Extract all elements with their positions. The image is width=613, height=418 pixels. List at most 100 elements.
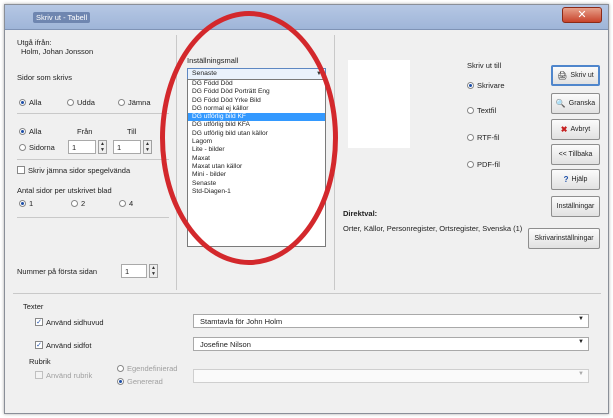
heading-input[interactable]: ▼ [193,369,589,383]
radio-icon [71,199,78,207]
template-option[interactable]: DG normal ej källor [188,105,325,113]
settings-button[interactable]: Inställningar [551,196,600,217]
magnifier-icon: 🔍 [555,99,566,108]
radio-on-icon [19,127,26,135]
column-divider [334,35,335,290]
template-option[interactable]: DG utförlig bild utan källor [188,130,325,138]
footer-option[interactable]: ✓ Använd sidfot [35,341,91,350]
radio-label: Egendefinierad [127,364,178,373]
radio-icon [117,364,124,372]
template-option[interactable]: DG utförlig bild KFA [188,121,325,129]
template-option[interactable]: Lagom [188,138,325,146]
radio-icon [467,133,474,141]
checkbox-icon [35,371,43,380]
radio-icon [467,160,474,168]
radio-odd-pages[interactable]: Udda [67,98,95,107]
radio-label: Sidorna [29,143,55,152]
first-page-value: 1 [125,267,130,276]
texts-label: Texter [23,302,44,311]
help-button[interactable]: ? Hjälp [551,169,600,190]
radio-label: Genererad [127,377,163,386]
template-option[interactable]: DG utförlig bild KF [188,113,325,122]
template-option[interactable]: DG Född Död Yrke Bild [188,97,325,105]
mirror-option[interactable]: Skriv jämna sidor spegelvända [17,166,130,175]
radio-output-rtf[interactable]: RTF-fil [467,133,499,142]
radio-on-icon [19,199,26,207]
back-button[interactable]: << Tillbaka [551,144,600,165]
template-option[interactable]: Mini - bilder [188,171,325,179]
from-input[interactable]: 1 [68,140,96,154]
to-label: Till [127,127,137,136]
template-selected: Senaste [192,70,217,77]
radio-label: 4 [129,199,134,208]
cancel-button[interactable]: ✖ Avbryt [551,119,600,140]
heading-check-label: Använd rubrik [46,371,93,380]
radio-all-pages[interactable]: Alla [19,98,42,107]
close-icon: ✕ [577,9,587,21]
template-option[interactable]: Maxat utan källor [188,163,325,171]
heading-option[interactable]: Använd rubrik [35,371,92,380]
radio-icon [119,199,126,207]
radio-label: RTF-fil [477,133,500,142]
radio-per-sheet-2[interactable]: 2 [71,199,85,208]
footer-check-label: Använd sidfot [46,341,92,350]
radio-per-sheet-1[interactable]: 1 [19,199,33,208]
header-input[interactable]: Stamtavla för John Holm ▼ [193,314,589,328]
template-dropdown-list[interactable]: DG Född Död DG Född Död Porträtt Eng DG Fö… [187,79,326,247]
first-page-input[interactable]: 1 [121,264,147,278]
back-label: << Tillbaka [558,151,593,158]
radio-label: Alla [29,98,42,107]
template-option[interactable]: Lite - bilder [188,146,325,154]
to-spinner[interactable]: ▲ ▼ [143,140,152,154]
printer-settings-button[interactable]: Skrivarinställningar [528,228,600,249]
radio-heading-generated[interactable]: Genererad [117,377,163,386]
template-option[interactable]: Maxat [188,155,325,163]
checkmark-icon: ✓ [35,341,43,350]
window-title: Skriv ut - Tabell [33,12,91,23]
template-option[interactable]: DG Född Död Porträtt Eng [188,88,325,96]
chevron-down-icon: ▼ [316,71,322,77]
to-input[interactable]: 1 [113,140,141,154]
from-spinner[interactable]: ▲ ▼ [98,140,107,154]
radio-output-text[interactable]: Textfil [467,106,496,115]
radio-heading-own[interactable]: Egendefinierad [117,364,177,373]
preview-button[interactable]: 🔍 Granska [551,93,600,114]
print-button[interactable]: 🖨 Skriv ut [551,65,600,86]
print-dialog: Skriv ut - Tabell ✕ Utgå ifrån: Holm, Jo… [4,4,609,414]
template-option[interactable]: Senaste [188,180,325,188]
checkbox-icon [17,166,25,175]
radio-on-icon [117,377,124,385]
source-value: Holm, Johan Jonsson [21,47,94,56]
x-icon: ✖ [560,125,568,134]
close-button[interactable]: ✕ [562,7,602,23]
preview-label: Granska [568,100,596,107]
section-divider [13,293,601,294]
radio-output-printer[interactable]: Skrivare [467,81,505,90]
header-option[interactable]: ✓ Använd sidhuvud [35,318,104,327]
radio-label: Jämna [128,98,151,107]
source-label: Utgå ifrån: [17,38,52,47]
pages-label: Sidor som skrivs [17,73,73,82]
radio-label: Udda [77,98,95,107]
template-option[interactable]: Std-Diagen-1 [188,188,325,196]
radio-per-sheet-4[interactable]: 4 [119,199,133,208]
first-page-spinner[interactable]: ▲ ▼ [149,264,158,278]
radio-range-all[interactable]: Alla [19,127,42,136]
template-label: Inställningsmall [187,56,239,65]
radio-label: Alla [29,127,42,136]
checkmark-icon: ✓ [35,318,43,327]
to-value: 1 [117,143,122,152]
radio-on-icon [19,98,26,106]
radio-range-pages[interactable]: Sidorna [19,143,55,152]
chevron-down-icon: ▼ [578,371,584,377]
help-label: Hjälp [571,176,588,183]
footer-input[interactable]: Josefine Nilson ▼ [193,337,589,351]
header-value: Stamtavla för John Holm [200,317,283,326]
page-preview [348,60,410,148]
title-bar[interactable]: Skriv ut - Tabell ✕ [5,5,608,30]
radio-even-pages[interactable]: Jämna [118,98,151,107]
radio-output-pdf[interactable]: PDF-fil [467,160,500,169]
column-divider [176,35,177,290]
cancel-label: Avbryt [570,126,591,133]
template-option[interactable]: DG Född Död [188,80,325,88]
